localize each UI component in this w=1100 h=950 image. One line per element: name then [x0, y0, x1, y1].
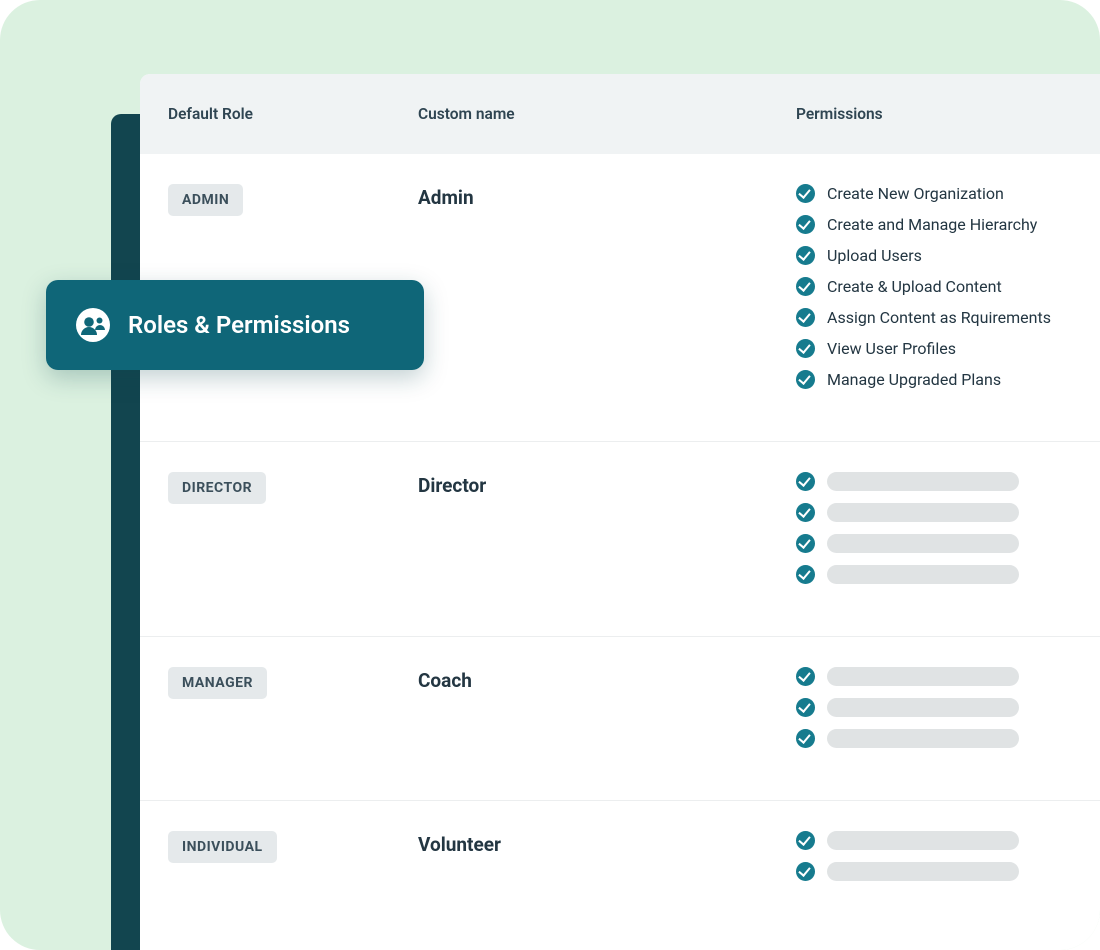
permission-placeholder [827, 472, 1019, 491]
check-icon [796, 698, 815, 717]
table-header: Default Role Custom name Permissions [140, 74, 1100, 154]
permission-item [796, 534, 1100, 553]
check-icon [796, 534, 815, 553]
permission-item [796, 831, 1100, 850]
permission-item [796, 565, 1100, 584]
app-stage: Default Role Custom name Permissions ADM… [0, 0, 1100, 950]
table-row: MANAGER Coach [140, 637, 1100, 801]
role-badge: ADMIN [168, 184, 243, 216]
check-icon [796, 472, 815, 491]
permissions-cell [796, 472, 1100, 596]
role-cell: MANAGER [140, 667, 418, 760]
permission-item [796, 667, 1100, 686]
permissions-cell: Create New Organization Create and Manage… [796, 184, 1100, 401]
permission-item: View User Profiles [796, 339, 1100, 358]
check-icon [796, 729, 815, 748]
table-row: INDIVIDUAL Volunteer [140, 801, 1100, 933]
permission-label: Create New Organization [827, 184, 1004, 203]
permission-item [796, 472, 1100, 491]
permission-placeholder [827, 667, 1019, 686]
sidebar-backdrop [111, 114, 141, 950]
permissions-list [796, 667, 1100, 748]
check-icon [796, 862, 815, 881]
permission-label: Assign Content as Rquirements [827, 308, 1051, 327]
permissions-list: Create New Organization Create and Manage… [796, 184, 1100, 389]
permission-placeholder [827, 534, 1019, 553]
role-badge: INDIVIDUAL [168, 831, 277, 863]
custom-name: Director [418, 472, 796, 596]
permission-placeholder [827, 503, 1019, 522]
nav-item-roles-permissions[interactable]: Roles & Permissions [46, 280, 424, 370]
custom-name: Volunteer [418, 831, 796, 893]
permission-placeholder [827, 565, 1019, 584]
permission-label: Upload Users [827, 246, 922, 265]
table-row: DIRECTOR Director [140, 442, 1100, 637]
role-cell: INDIVIDUAL [140, 831, 418, 893]
permission-label: Manage Upgraded Plans [827, 370, 1001, 389]
permissions-cell [796, 831, 1100, 893]
header-default-role: Default Role [140, 105, 418, 123]
permission-item [796, 698, 1100, 717]
custom-name: Coach [418, 667, 796, 760]
permission-placeholder [827, 862, 1019, 881]
check-icon [796, 370, 815, 389]
permission-placeholder [827, 729, 1019, 748]
header-permissions: Permissions [796, 105, 1100, 123]
permission-item: Create and Manage Hierarchy [796, 215, 1100, 234]
check-icon [796, 246, 815, 265]
permission-label: Create and Manage Hierarchy [827, 215, 1037, 234]
check-icon [796, 339, 815, 358]
permission-placeholder [827, 831, 1019, 850]
permission-item: Create & Upload Content [796, 277, 1100, 296]
check-icon [796, 831, 815, 850]
permission-label: View User Profiles [827, 339, 956, 358]
permission-item [796, 729, 1100, 748]
role-cell: DIRECTOR [140, 472, 418, 596]
roles-group-icon [76, 308, 110, 342]
role-badge: DIRECTOR [168, 472, 266, 504]
check-icon [796, 277, 815, 296]
permission-item [796, 503, 1100, 522]
nav-item-label: Roles & Permissions [128, 311, 350, 339]
permissions-list [796, 831, 1100, 881]
check-icon [796, 503, 815, 522]
permission-item: Upload Users [796, 246, 1100, 265]
custom-name: Admin [418, 184, 796, 401]
check-icon [796, 667, 815, 686]
roles-panel: Default Role Custom name Permissions ADM… [140, 74, 1100, 950]
permission-item: Assign Content as Rquirements [796, 308, 1100, 327]
permission-item: Manage Upgraded Plans [796, 370, 1100, 389]
role-badge: MANAGER [168, 667, 267, 699]
check-icon [796, 184, 815, 203]
permission-label: Create & Upload Content [827, 277, 1002, 296]
check-icon [796, 565, 815, 584]
permissions-list [796, 472, 1100, 584]
table-body: ADMINAdminCreate New OrganizationCreate … [140, 154, 1100, 933]
permission-item: Create New Organization [796, 184, 1100, 203]
permission-placeholder [827, 698, 1019, 717]
header-custom-name: Custom name [418, 105, 796, 123]
check-icon [796, 215, 815, 234]
permission-item [796, 862, 1100, 881]
permissions-cell [796, 667, 1100, 760]
check-icon [796, 308, 815, 327]
